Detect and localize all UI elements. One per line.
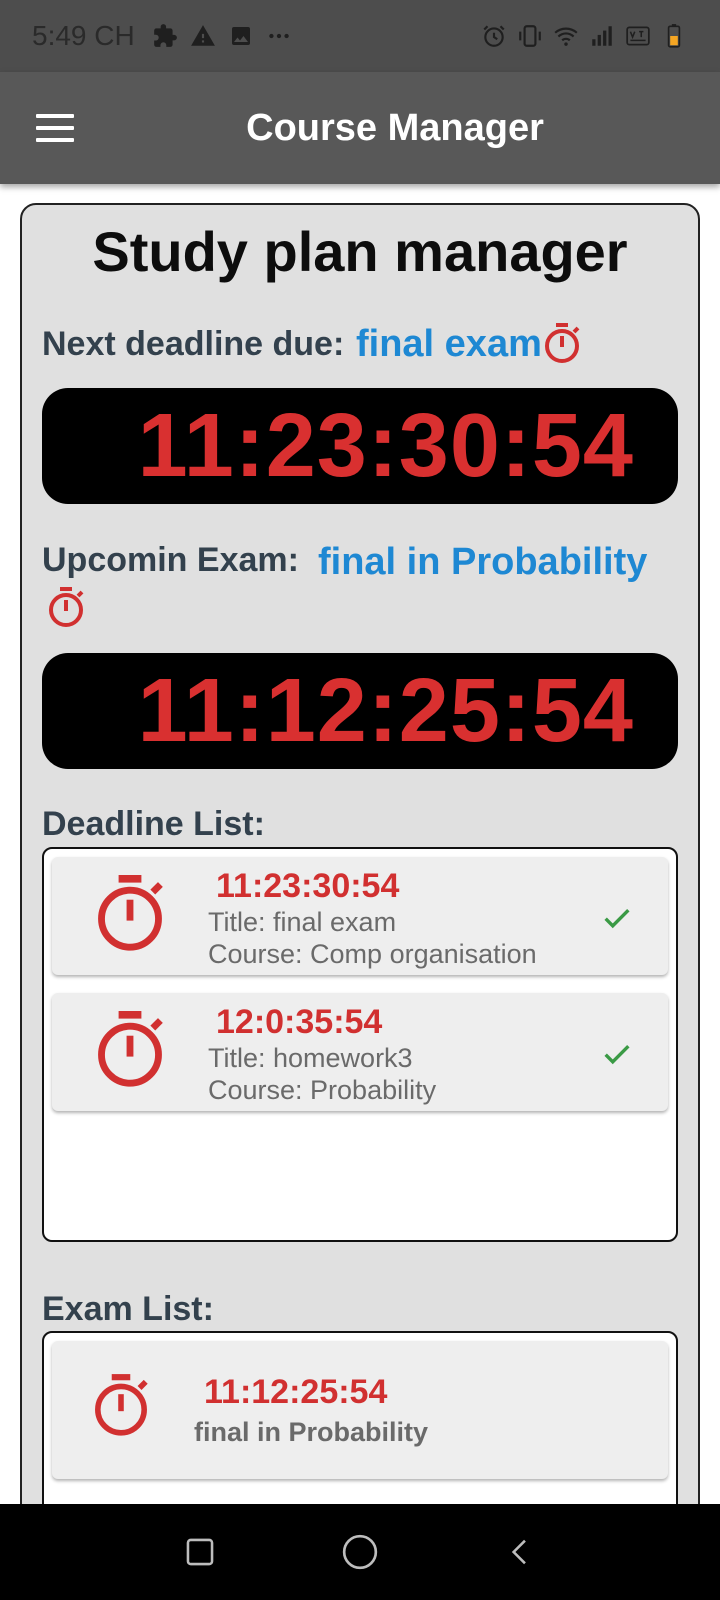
exam-list[interactable]: 11:12:25:54 final in Probability <box>42 1331 678 1521</box>
image-icon <box>227 22 255 50</box>
warning-icon <box>189 22 217 50</box>
status-bar: 5:49 CH <box>0 0 720 72</box>
next-deadline-label: Next deadline due: <box>42 325 345 363</box>
hamburger-menu-icon[interactable] <box>30 108 80 148</box>
alarm-icon <box>480 22 508 50</box>
item-course: Course: Probability <box>208 1075 437 1105</box>
app-bar: Course Manager <box>0 72 720 184</box>
puzzle-icon <box>151 22 179 50</box>
more-dots-icon <box>265 22 293 50</box>
signal-icon <box>588 22 616 50</box>
home-button[interactable] <box>335 1527 385 1577</box>
stopwatch-icon <box>92 1007 168 1096</box>
next-deadline-countdown: 11:23:30:54 <box>42 388 678 504</box>
stopwatch-icon <box>90 1371 152 1444</box>
battery-icon <box>660 22 688 50</box>
app-title: Course Manager <box>246 106 544 149</box>
upcoming-exam-name[interactable]: final in Probability <box>318 541 647 584</box>
recents-button[interactable] <box>175 1527 225 1577</box>
item-countdown: 11:23:30:54 <box>216 867 400 905</box>
item-course: Course: Comp organisation <box>208 939 537 969</box>
item-title: Title: homework3 <box>208 1043 413 1073</box>
item-title: Title: final exam <box>208 907 397 937</box>
item-countdown: 12:0:35:54 <box>216 1003 383 1041</box>
page-title: Study plan manager <box>92 220 628 283</box>
check-icon[interactable] <box>600 901 634 935</box>
status-notification-icons <box>151 22 293 50</box>
exam-list-label: Exam List: <box>42 1290 214 1328</box>
check-icon[interactable] <box>600 1037 634 1071</box>
upcoming-exam-label: Upcomin Exam: <box>42 541 299 579</box>
list-item[interactable]: 12:0:35:54 Title: homework3 Course: Prob… <box>52 993 668 1111</box>
stopwatch-icon <box>542 321 582 370</box>
deadline-list-label: Deadline List: <box>42 805 265 843</box>
stopwatch-icon <box>46 585 86 634</box>
wifi-icon <box>552 22 580 50</box>
deadline-list[interactable]: 11:23:30:54 Title: final exam Course: Co… <box>42 847 678 1242</box>
list-item[interactable]: 11:23:30:54 Title: final exam Course: Co… <box>52 857 668 975</box>
study-plan-card: Study plan manager Next deadline due: fi… <box>20 203 700 1523</box>
item-title: final in Probability <box>194 1417 429 1447</box>
status-time: 5:49 CH <box>32 20 135 51</box>
next-deadline-name[interactable]: final exam <box>356 323 542 366</box>
status-system-icons <box>480 22 688 50</box>
upcoming-exam-countdown: 11:12:25:54 <box>42 653 678 769</box>
volte-icon <box>624 22 652 50</box>
item-countdown: 11:12:25:54 <box>204 1373 388 1411</box>
system-nav-bar <box>0 1504 720 1600</box>
vibrate-icon <box>516 22 544 50</box>
stopwatch-icon <box>92 871 168 960</box>
back-button[interactable] <box>495 1527 545 1577</box>
list-item[interactable]: 11:12:25:54 final in Probability <box>52 1341 668 1479</box>
